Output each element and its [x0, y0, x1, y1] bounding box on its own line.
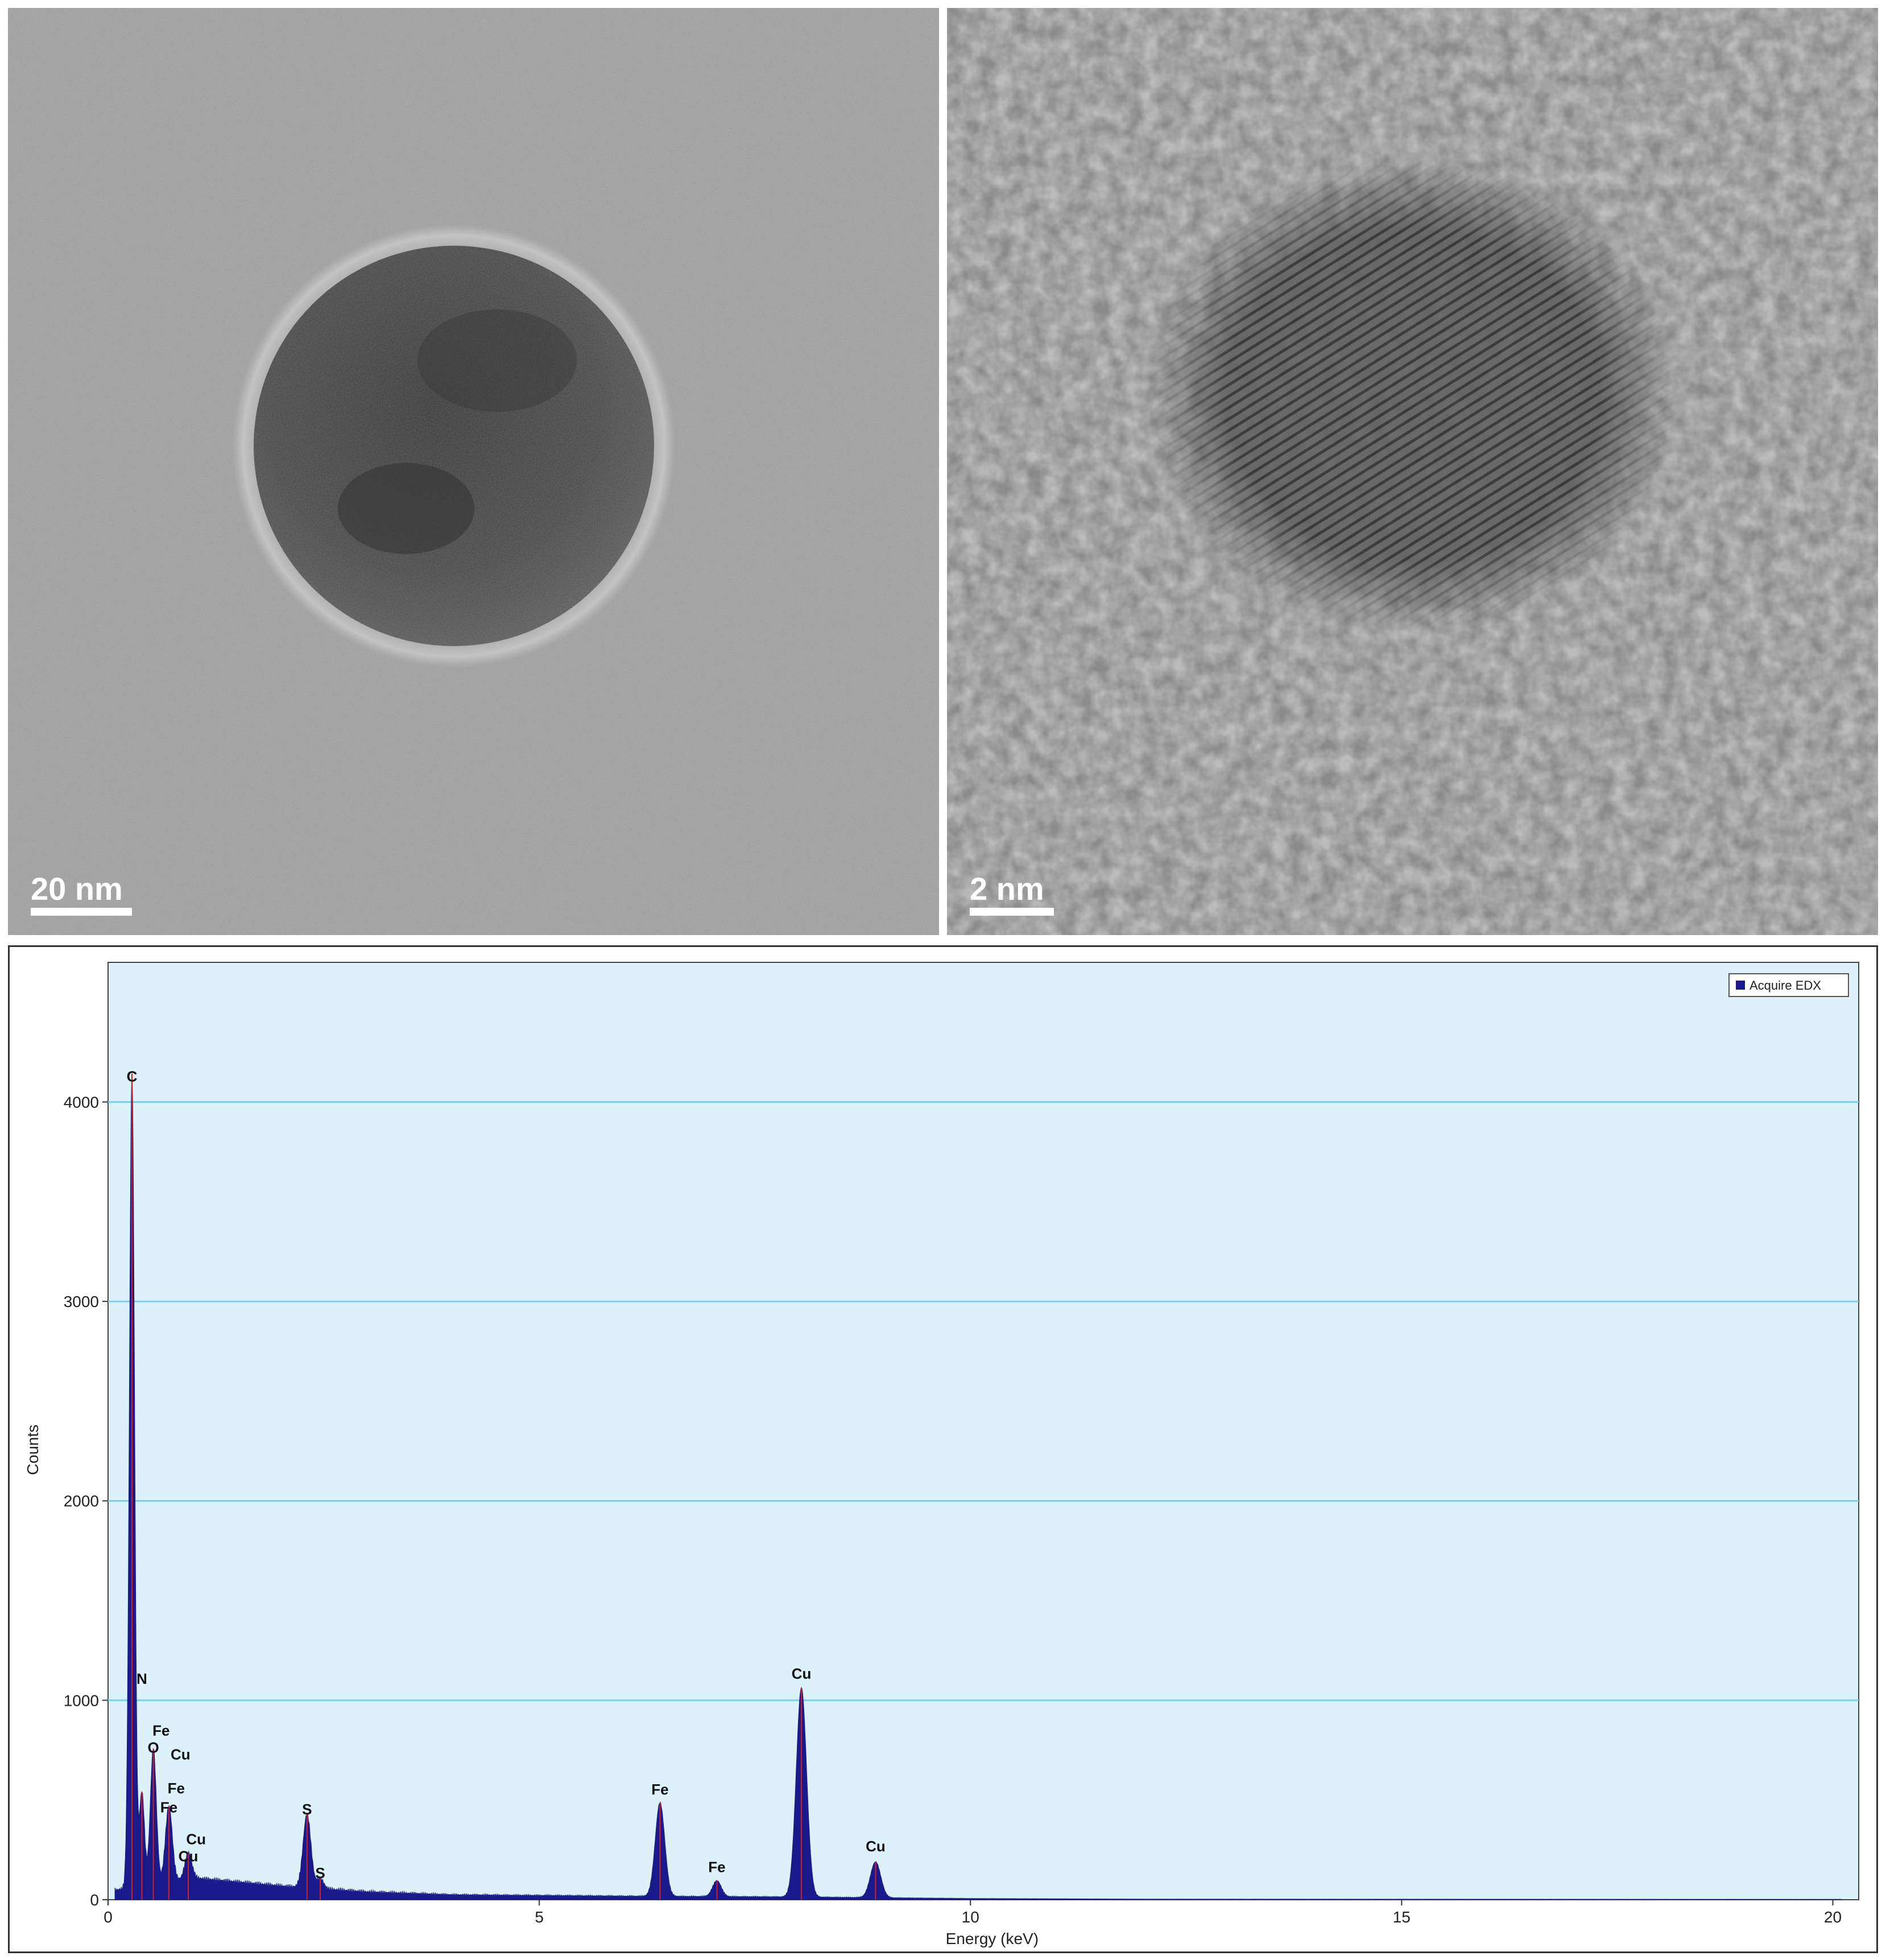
- peak-label-cu: Cu: [866, 1838, 886, 1855]
- peak-label-s: S: [302, 1801, 312, 1818]
- legend: Acquire EDX: [1728, 973, 1849, 997]
- edx-chart-svg: 0 5 10 15 2001000200030004000 CNFeO CuFeFeCuC…: [24, 962, 1859, 1947]
- y-axis-title: Counts: [24, 1425, 42, 1475]
- peak-label-fe: Fe: [160, 1798, 177, 1816]
- scale-bar: [970, 908, 1054, 916]
- peak-label-fe: Fe: [651, 1781, 668, 1798]
- edx-spectrum-chart: 0 5 10 15 20 0 1000 2000 3000 4000 C N Fe O Cu Fe Fe Cu C…: [8, 945, 1878, 1953]
- peak-label-cu: Cu: [792, 1665, 812, 1682]
- peak-label-cu: Cu: [186, 1831, 206, 1848]
- y-tick-label: 2000: [64, 1492, 99, 1510]
- legend-label: Acquire EDX: [1749, 978, 1821, 993]
- peak-label-cu: Cu: [179, 1847, 198, 1864]
- y-tick-label: 4000: [64, 1093, 99, 1111]
- x-axis-title: Energy (keV): [946, 1930, 1039, 1947]
- x-tick-label: 10: [962, 1908, 979, 1926]
- particle-dark-region: [338, 463, 474, 554]
- x-tick-label: 0: [104, 1908, 113, 1926]
- scale-bar-label: 2 nm: [970, 871, 1044, 907]
- hrtem-image-lattice: 2 nm: [947, 8, 1878, 935]
- legend-swatch: [1736, 981, 1745, 990]
- peak-label-o: O: [147, 1739, 159, 1756]
- peak-label-n: N: [137, 1670, 147, 1687]
- nanoparticle-texture: [254, 246, 654, 646]
- x-tick-label: 5: [535, 1908, 544, 1926]
- tem-image-nanoparticle: 20 nm: [8, 8, 939, 935]
- x-tick-label: 15: [1393, 1908, 1411, 1926]
- peak-label-s: S: [315, 1864, 325, 1882]
- y-tick-label: 3000: [64, 1293, 99, 1310]
- y-tick-label: 0: [90, 1891, 99, 1909]
- tem-image-svg: 20 nm: [8, 8, 939, 935]
- peak-label-fe: Fe: [168, 1780, 185, 1797]
- plot-area: [107, 962, 1859, 1900]
- peak-label-fe: Fe: [152, 1722, 169, 1739]
- scale-bar: [31, 908, 132, 916]
- scale-bar-label: 20 nm: [31, 871, 123, 907]
- y-tick-label: 1000: [64, 1692, 99, 1709]
- peak-label-c: C: [127, 1068, 138, 1085]
- hrtem-image-svg: 2 nm: [947, 8, 1878, 935]
- peak-label-cu: Cu: [171, 1746, 191, 1763]
- particle-dark-region: [417, 309, 577, 412]
- crystal-lattice-region: [947, 8, 1878, 935]
- lattice-fringes: [947, 8, 1878, 935]
- peak-label-fe: Fe: [708, 1859, 725, 1876]
- x-tick-label: 20: [1824, 1908, 1842, 1926]
